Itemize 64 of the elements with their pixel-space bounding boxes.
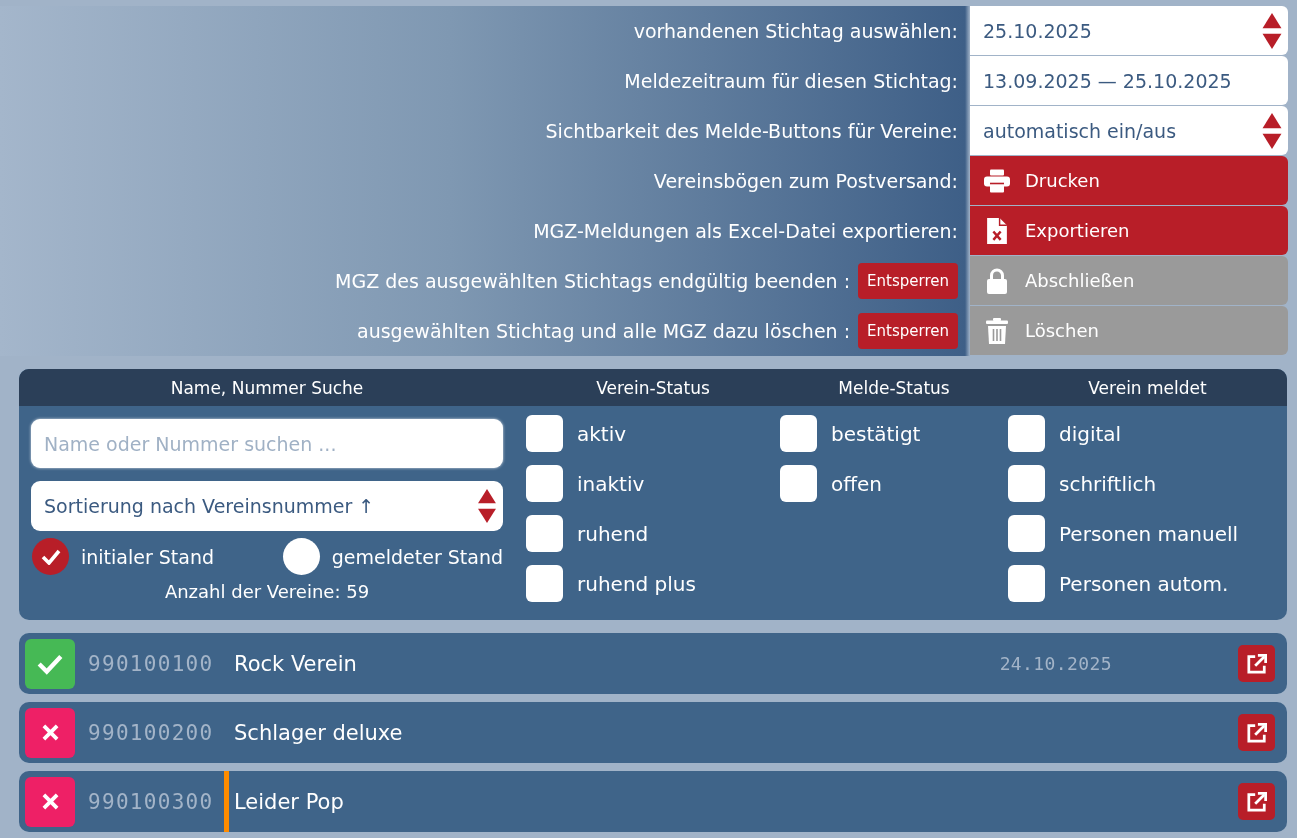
open-button[interactable] <box>1238 714 1275 751</box>
column-header: Verein meldet <box>1088 377 1207 398</box>
updown-arrows-icon <box>1262 12 1282 49</box>
checkbox-label: schriftlich <box>1059 471 1157 496</box>
external-link-icon <box>1246 791 1267 812</box>
action-button[interactable]: Exportieren <box>970 206 1288 255</box>
setting-label: Meldezeitraum für diesen Stichtag: <box>624 70 958 92</box>
checkbox-label: ruhend <box>577 521 649 546</box>
action-button[interactable]: Drucken <box>970 156 1288 205</box>
checkbox[interactable] <box>526 415 563 452</box>
radio-button[interactable] <box>32 538 69 575</box>
radio-label: gemeldeter Stand <box>331 545 503 568</box>
open-button[interactable] <box>1238 645 1275 682</box>
radio-label: initialer Stand <box>81 545 215 568</box>
lock-icon <box>984 267 1010 294</box>
radio-button[interactable] <box>282 538 320 575</box>
checkbox[interactable] <box>526 465 563 502</box>
checkbox-label: Personen autom. <box>1059 571 1229 596</box>
search-field[interactable]: Name oder Nummer suchen ... <box>31 419 503 468</box>
checkbox[interactable] <box>1008 515 1045 552</box>
spreadsheet-file-icon <box>984 217 1010 244</box>
setting-label: MGZ-Meldungen als Excel-Datei exportieren: <box>533 220 958 242</box>
club-name: Leider Pop <box>234 789 344 814</box>
date-range-field: 13.09.2025 — 25.10.2025 <box>970 56 1288 105</box>
club-count: Anzahl der Vereine: 59 <box>163 581 371 602</box>
checkbox[interactable] <box>1008 415 1045 452</box>
setting-label: MGZ des ausgewählten Stichtags endgültig beenden : <box>335 270 851 292</box>
sort-select[interactable]: Sortierung nach Vereinsnummer ↑ <box>31 481 503 531</box>
updown-arrows-icon <box>1262 112 1282 149</box>
open-button[interactable] <box>1238 783 1275 820</box>
checkbox-label: offen <box>831 471 882 496</box>
dropdown-select[interactable]: 25.10.2025 <box>970 6 1288 55</box>
checkbox-label: bestätigt <box>831 421 921 446</box>
checkbox[interactable] <box>1008 465 1045 502</box>
setting-label: ausgewählten Stichtag und alle MGZ dazu löschen : <box>357 320 851 342</box>
external-link-icon <box>1246 653 1267 674</box>
club-name: Schlager deluxe <box>234 720 403 745</box>
setting-label: Vereinsbögen zum Postversand: <box>653 170 958 192</box>
checkbox[interactable] <box>1008 565 1045 602</box>
checkbox[interactable] <box>526 515 563 552</box>
check-icon <box>40 548 61 565</box>
club-number: 990100200 <box>88 720 214 745</box>
setting-label: Sichtbarkeit des Melde-Buttons für Vereine: <box>545 120 958 142</box>
checkbox-label: inaktiv <box>577 471 645 496</box>
report-date: 24.10.2025 <box>999 653 1112 674</box>
printer-icon <box>984 167 1010 194</box>
column-header: Verein-Status <box>596 377 710 398</box>
club-number: 990100300 <box>88 789 214 814</box>
checkbox-label: aktiv <box>577 421 627 446</box>
checkbox[interactable] <box>780 465 817 502</box>
club-name: Rock Verein <box>234 651 357 676</box>
checkbox-label: Personen manuell <box>1059 521 1239 546</box>
setting-label: vorhandenen Stichtag auswählen: <box>633 20 958 42</box>
checkbox[interactable] <box>526 565 563 602</box>
dropdown-select[interactable]: automatisch ein/aus <box>970 106 1288 155</box>
external-link-icon <box>1246 722 1267 743</box>
trash-icon <box>984 317 1010 344</box>
updown-arrows-icon <box>477 489 497 523</box>
club-number: 990100100 <box>88 651 214 676</box>
column-header: Melde-Status <box>838 377 950 398</box>
checkbox-label: ruhend plus <box>577 571 696 596</box>
checkbox-label: digital <box>1059 421 1122 446</box>
checkbox[interactable] <box>780 415 817 452</box>
column-header: Name, Nummer Suche <box>170 377 364 398</box>
